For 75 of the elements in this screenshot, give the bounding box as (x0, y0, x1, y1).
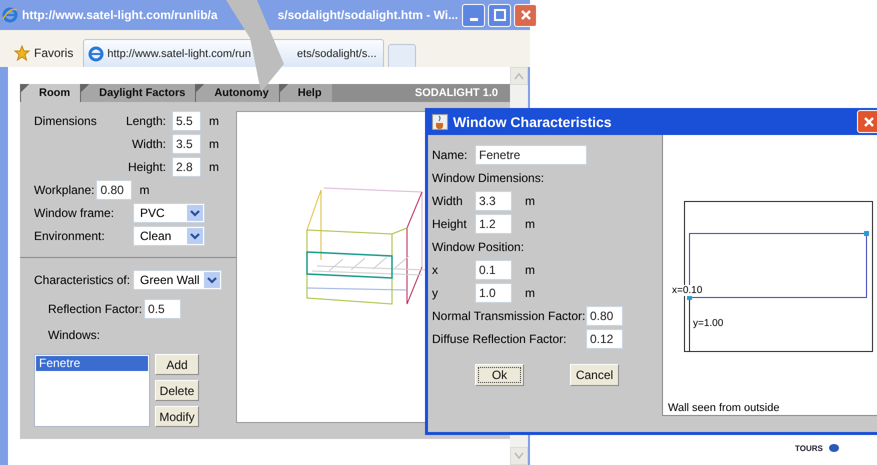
star-icon (14, 45, 30, 61)
tab[interactable]: Daylight Factors (80, 84, 196, 102)
action-button[interactable]: Add (155, 354, 199, 375)
dialog-title: Window Characteristics (453, 114, 612, 130)
input-field[interactable]: 5.5 (172, 111, 201, 131)
favorites-button[interactable]: Favoris (8, 39, 80, 67)
close-icon (862, 114, 876, 128)
action-button[interactable]: Modify (155, 406, 199, 427)
label: Width (432, 194, 464, 208)
unit: m (208, 114, 220, 128)
label: Environment: (34, 229, 106, 243)
input-field[interactable]: 2.8 (172, 157, 201, 177)
unit: m (524, 194, 535, 208)
maximize-icon (492, 8, 507, 22)
unit: m (208, 137, 220, 151)
dialog-button[interactable]: Ok (475, 364, 524, 386)
input-field[interactable]: 3.3 (475, 191, 512, 211)
unit: m (208, 160, 220, 174)
label: Workplane: (34, 183, 94, 197)
dropdown[interactable]: Clean (133, 226, 205, 246)
coordinate-label: y=1.00 (693, 318, 724, 329)
input-field[interactable]: 0.80 (96, 180, 132, 200)
dropdown[interactable]: PVC (133, 203, 205, 223)
caption: Wall seen from outside (668, 402, 780, 414)
input-field[interactable]: 3.5 (172, 134, 201, 154)
label: Characteristics of: (34, 273, 132, 287)
label: Windows: (48, 328, 100, 342)
section-heading: Window Position: (432, 239, 526, 256)
input-field[interactable]: 1.0 (475, 283, 512, 303)
label: Length: (124, 114, 167, 128)
input-field[interactable]: 1.2 (475, 214, 512, 234)
browser-icon (88, 46, 104, 62)
label: Height (432, 217, 468, 231)
input-field[interactable]: 0.1 (475, 260, 512, 280)
action-button[interactable]: Delete (155, 380, 199, 401)
dropdown[interactable]: Green Wall (133, 270, 222, 290)
label: Window frame: (34, 206, 116, 220)
input-field[interactable]: 0.80 (586, 306, 623, 326)
unit: m (524, 286, 535, 300)
input-field[interactable]: 0.12 (586, 329, 623, 349)
input-field[interactable]: 0.5 (144, 299, 182, 319)
label: Height: (126, 160, 167, 174)
dialog-button[interactable]: Cancel (570, 364, 619, 386)
list-item[interactable]: Fenetre (36, 356, 148, 371)
label: Normal Transmission Factor: (432, 309, 586, 323)
coordinate-label: x=0.10 (672, 285, 702, 296)
label: Diffuse Reflection Factor: (432, 332, 568, 346)
window-title: s/sodalight/sodalight.htm - Wi... (278, 8, 458, 22)
label: Reflection Factor: (48, 302, 142, 316)
tab[interactable]: Help (278, 84, 332, 102)
cup-icon (432, 114, 448, 130)
app-version: SODALIGHT 1.0 (414, 86, 499, 101)
label: Dimensions (34, 114, 98, 128)
browser-tab[interactable]: http://www.satel-light.com/run ets/sodalight/s... (83, 39, 384, 67)
minimize-button[interactable] (462, 4, 486, 26)
unit: m (524, 217, 535, 231)
label: Width: (130, 137, 167, 151)
label: Name: (432, 148, 468, 162)
close-button[interactable] (857, 110, 877, 133)
label: y (432, 286, 439, 300)
section-heading: Window Dimensions: (432, 170, 546, 187)
tab[interactable]: Room (20, 84, 80, 102)
close-icon (518, 8, 533, 22)
footer-text: TOURS (795, 444, 823, 452)
maximize-button[interactable] (488, 4, 512, 26)
label: x (432, 263, 439, 277)
input-field[interactable]: Fenetre (475, 145, 587, 165)
unit: m (524, 263, 535, 277)
window-title: http://www.satel-light.com/runlib/a (22, 8, 218, 22)
close-button[interactable] (514, 4, 538, 26)
logo-icon (828, 443, 840, 453)
minimize-icon (470, 18, 478, 21)
browser-icon (2, 7, 18, 23)
unit: m (138, 183, 150, 197)
tab[interactable]: Autonomy (195, 84, 279, 102)
